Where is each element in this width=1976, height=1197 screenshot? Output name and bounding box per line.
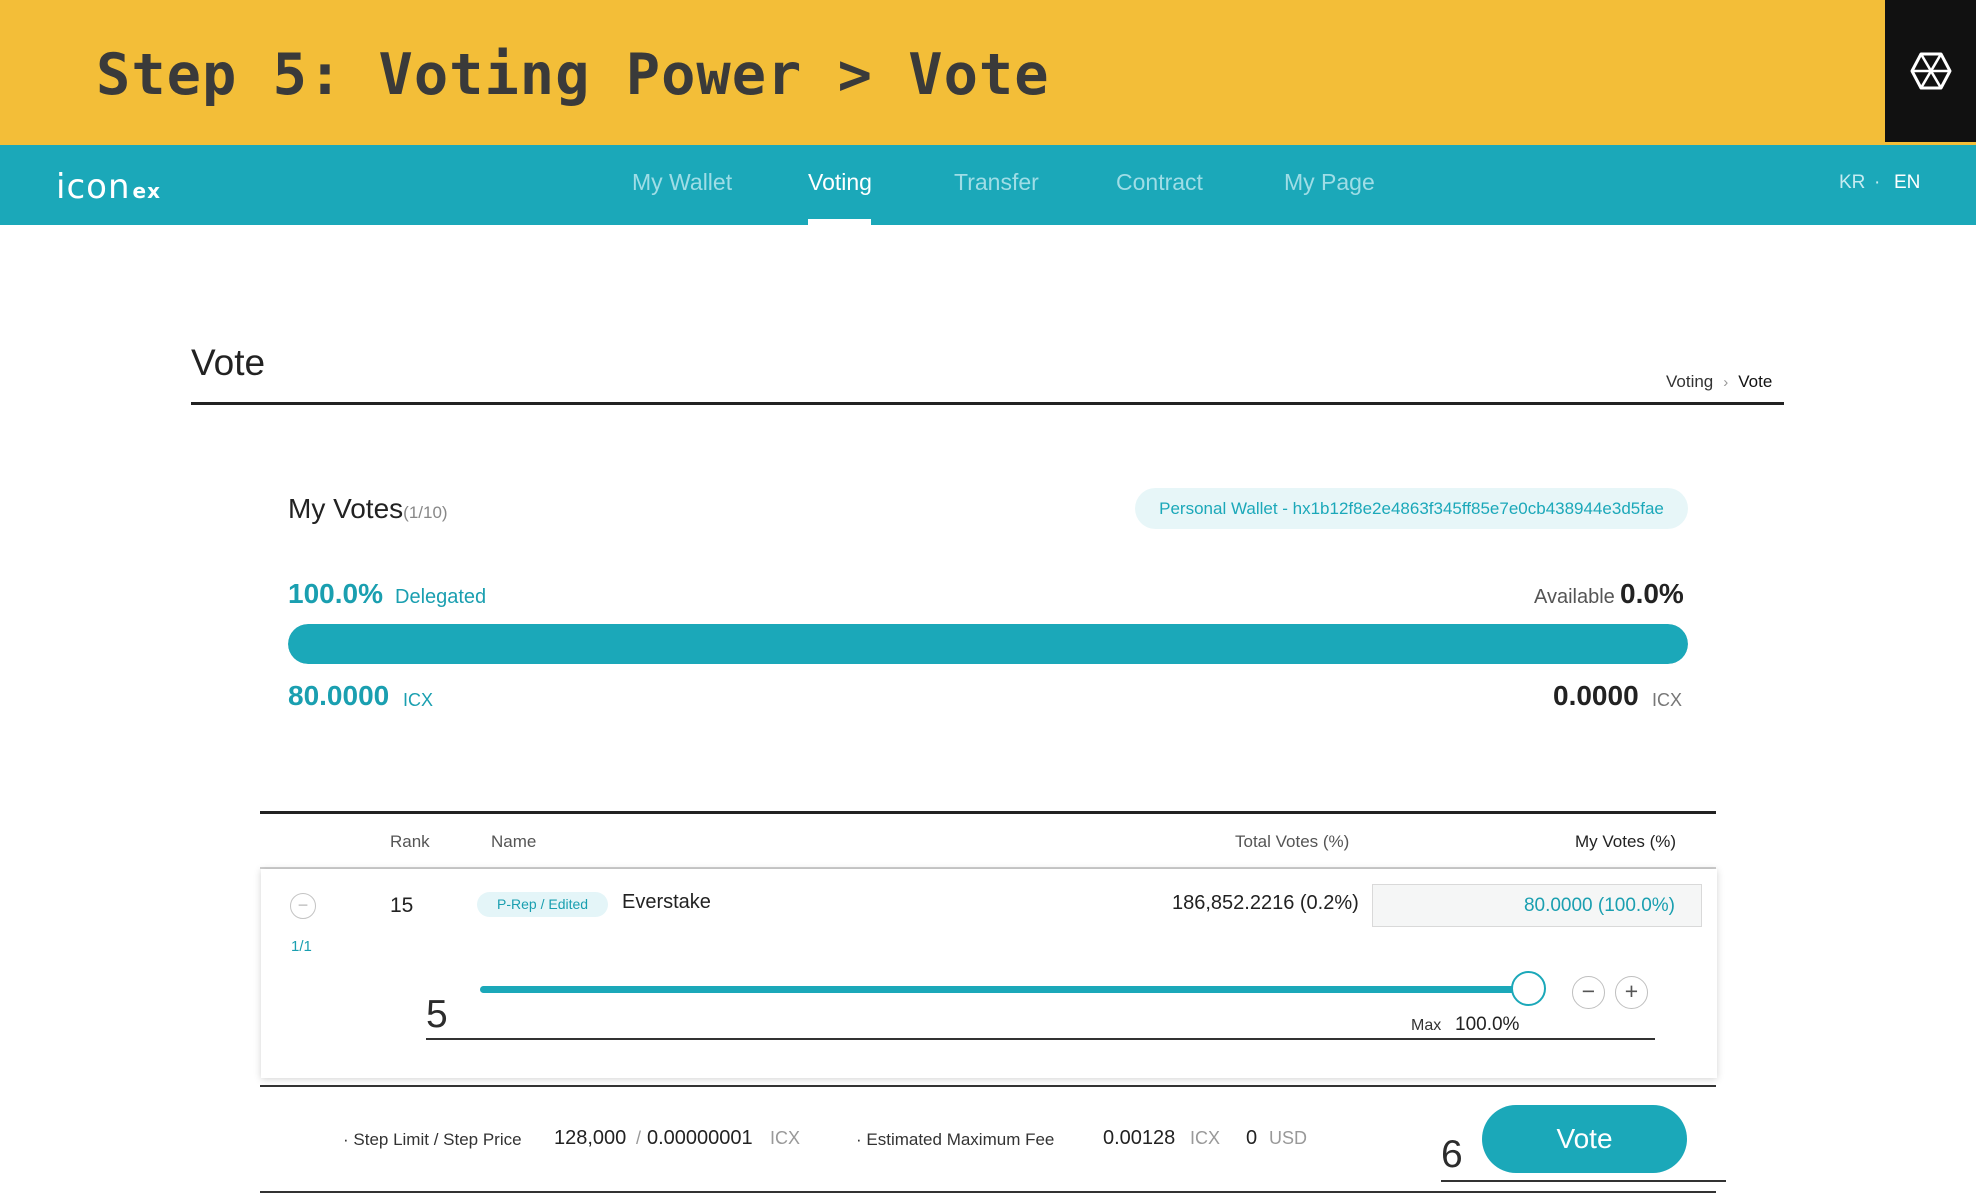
estimated-fee-unit: ICX	[1190, 1128, 1221, 1148]
lang-kr[interactable]: KR	[1839, 172, 1865, 194]
header-total-votes: Total Votes (%)	[1235, 832, 1350, 851]
chevron-right-icon: ›	[1723, 373, 1729, 391]
delegation-progress-fill	[288, 624, 1688, 664]
increase-button[interactable]: +	[1615, 976, 1648, 1009]
logo-main: icon	[56, 167, 131, 207]
nav-voting[interactable]: Voting	[808, 169, 872, 196]
lang-separator: ·	[1874, 172, 1881, 193]
breadcrumb: Voting › Vote	[1666, 372, 1772, 392]
available-icx-amount: 0.0000	[1553, 680, 1639, 711]
my-votes-title: My Votes(1/10)	[288, 493, 448, 525]
callout-number-6: 6	[1441, 1133, 1463, 1176]
page-title: Vote	[191, 342, 266, 383]
header-rank: Rank	[390, 832, 430, 851]
my-votes-label: My Votes	[288, 493, 404, 524]
top-nav: icon ex My Wallet Voting Transfer Contrac…	[0, 145, 1976, 225]
step-limit-label: · Step Limit / Step Price	[343, 1130, 522, 1149]
max-value: 100.0%	[1455, 1014, 1520, 1035]
breadcrumb-current: Vote	[1738, 372, 1773, 391]
remove-row-button[interactable]: −	[290, 893, 316, 919]
callout-underline-6	[1441, 1180, 1726, 1182]
callout-underline-5	[426, 1038, 1655, 1040]
prep-rank: 15	[390, 894, 414, 917]
estimated-fee-usd-value: 0	[1246, 1127, 1258, 1149]
max-label: Max	[1411, 1017, 1442, 1034]
step-separator: /	[636, 1128, 642, 1148]
vote-slider-fill	[480, 986, 1528, 993]
my-votes-input[interactable]	[1372, 884, 1702, 927]
step-price-value: 0.00000001	[647, 1127, 753, 1149]
nav-transfer[interactable]: Transfer	[954, 169, 1039, 196]
header-my-votes: My Votes (%)	[1575, 832, 1677, 851]
fee-bar-top-divider	[260, 1085, 1716, 1087]
iconex-logo[interactable]: icon ex	[56, 167, 161, 207]
logo-suffix: ex	[132, 179, 161, 203]
available-icx-unit: ICX	[1652, 690, 1683, 710]
decrease-button[interactable]: −	[1572, 976, 1605, 1009]
header-divider	[191, 402, 1784, 405]
nav-contract[interactable]: Contract	[1116, 169, 1203, 196]
delegated-icx-unit: ICX	[403, 690, 434, 710]
vote-slider-handle[interactable]	[1511, 971, 1546, 1006]
estimated-fee-usd-unit: USD	[1269, 1128, 1308, 1148]
callout-number-5: 5	[426, 993, 448, 1036]
fee-bar-bottom-divider	[260, 1191, 1716, 1193]
prep-name: Everstake	[622, 891, 711, 913]
vote-button[interactable]: Vote	[1482, 1105, 1687, 1173]
lang-en[interactable]: EN	[1894, 172, 1920, 194]
header-name: Name	[491, 832, 537, 851]
active-tab-indicator	[808, 219, 871, 225]
delegated-label: Delegated	[395, 586, 487, 608]
step-price-unit: ICX	[770, 1128, 801, 1148]
nav-my-wallet[interactable]: My Wallet	[632, 169, 732, 196]
prep-total-votes: 186,852.2216 (0.2%)	[1172, 892, 1359, 914]
nav-my-page[interactable]: My Page	[1284, 169, 1375, 196]
available-percent: 0.0%	[1620, 578, 1684, 609]
wallet-badge: Personal Wallet - hx1b12f8e2e4863f345ff8…	[1135, 488, 1688, 529]
available-label: Available	[1534, 586, 1615, 608]
estimated-fee-label: · Estimated Maximum Fee	[856, 1130, 1055, 1149]
step-limit-value: 128,000	[554, 1127, 627, 1149]
hexagon-logo-icon	[1885, 0, 1976, 142]
vote-slider[interactable]	[480, 986, 1528, 993]
breadcrumb-voting[interactable]: Voting	[1666, 372, 1713, 392]
row-page-indicator: 1/1	[291, 938, 312, 955]
table-top-divider	[260, 811, 1716, 814]
prep-status-badge: P-Rep / Edited	[477, 892, 609, 917]
my-votes-count: (1/10)	[403, 503, 448, 522]
estimated-fee-value: 0.00128	[1103, 1127, 1176, 1149]
banner-title: Step 5: Voting Power > Vote	[96, 42, 1050, 108]
delegation-progress-bar	[288, 624, 1688, 664]
delegated-percent: 100.0%	[288, 578, 383, 609]
tutorial-banner: Step 5: Voting Power > Vote	[0, 0, 1976, 145]
delegated-icx-amount: 80.0000	[288, 680, 390, 711]
